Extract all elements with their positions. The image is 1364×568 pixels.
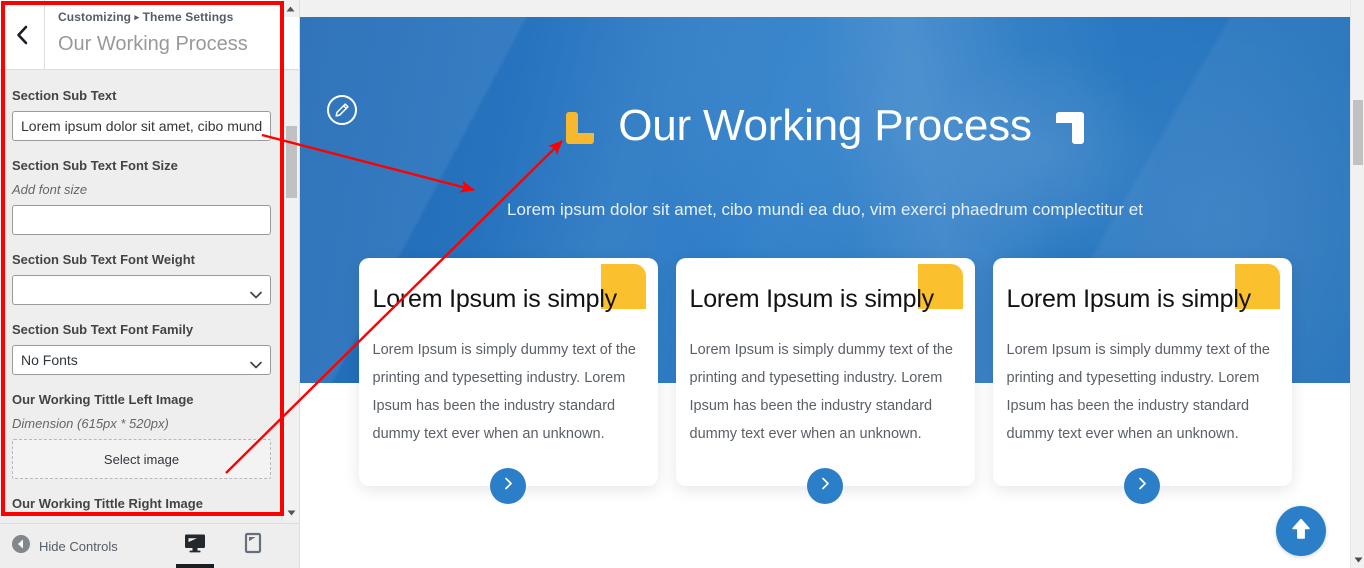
corner-bracket-right-icon (1054, 112, 1084, 144)
breadcrumb-prefix: Customizing (58, 10, 132, 24)
hero-bg-glow (930, 46, 1161, 259)
chevron-right-icon (504, 477, 513, 495)
customizer-controls: Section Sub Text Section Sub Text Font S… (0, 71, 283, 521)
select-image-label: Select image (103, 451, 180, 467)
card-title: Lorem Ipsum is simply (689, 285, 935, 313)
customizer-sidebar: Customizing ▸ Theme Settings Our Working… (0, 0, 300, 568)
select-value: No Fonts (21, 352, 78, 368)
preview-top-strip (300, 0, 1364, 17)
scrollbar-up-arrow[interactable] (282, 0, 299, 17)
control-label: Our Working Tittle Right Image (12, 496, 203, 511)
control-label: Our Working Tittle Left Image (12, 392, 194, 407)
device-tablet-button[interactable] (234, 523, 272, 568)
browser-scrollbar[interactable] (1350, 0, 1364, 568)
card-title: Lorem Ipsum is simply (1006, 285, 1252, 313)
site-preview: Our Working Process Lorem ipsum dolor si… (300, 0, 1364, 568)
control-label: Section Sub Text Font Size (12, 158, 178, 173)
chevron-down-icon (250, 356, 262, 369)
control-working-tittle-left-image: Our Working Tittle Left Image Dimension … (12, 391, 271, 479)
pencil-edit-icon[interactable] (327, 95, 357, 125)
control-section-sub-text-font-family: Section Sub Text Font Family No Fonts (12, 321, 271, 375)
chevron-down-icon (250, 286, 262, 299)
customizer-header: Customizing ▸ Theme Settings Our Working… (0, 0, 299, 70)
process-card: Lorem Ipsum is simply Lorem Ipsum is sim… (358, 258, 658, 504)
control-label: Section Sub Text Font Family (12, 322, 194, 337)
arrow-up-icon (1289, 516, 1313, 547)
control-description: Dimension (615px * 520px) (12, 416, 169, 431)
control-working-tittle-right-image: Our Working Tittle Right Image (12, 495, 271, 513)
control-description: Add font size (12, 182, 88, 197)
card-body: Lorem Ipsum is simply dummy text of the … (689, 342, 954, 442)
breadcrumb-separator-icon: ▸ (134, 12, 140, 22)
card-title: Lorem Ipsum is simply (372, 285, 618, 313)
chevron-right-icon (1138, 477, 1147, 495)
desktop-icon (184, 533, 206, 558)
customizer-header-text: Customizing ▸ Theme Settings Our Working… (45, 0, 299, 69)
process-card: Lorem Ipsum is simply Lorem Ipsum is sim… (992, 258, 1292, 504)
breadcrumb: Customizing ▸ Theme Settings (58, 9, 287, 26)
corner-bracket-left-icon (566, 112, 596, 144)
process-cards: Lorem Ipsum is simply Lorem Ipsum is sim… (300, 258, 1350, 504)
hero-title: Our Working Process (618, 101, 1032, 150)
control-section-sub-text-font-size: Section Sub Text Font Size Add font size (12, 157, 271, 235)
control-section-sub-text: Section Sub Text (12, 87, 271, 141)
scrollbar-thumb[interactable] (286, 126, 297, 198)
control-section-sub-text-font-weight: Section Sub Text Font Weight (12, 251, 271, 305)
card-body: Lorem Ipsum is simply dummy text of the … (372, 342, 637, 442)
breadcrumb-section: Theme Settings (142, 10, 234, 24)
section-sub-text-font-weight-select[interactable] (12, 275, 271, 305)
card-arrow-button[interactable] (807, 468, 843, 504)
chevron-left-icon (15, 25, 29, 45)
hide-controls-button[interactable]: Hide Controls (12, 534, 118, 558)
control-label: Section Sub Text Font Weight (12, 252, 195, 267)
collapse-left-icon (12, 534, 30, 558)
scrollbar-down-arrow[interactable] (283, 504, 299, 521)
scroll-to-top-button[interactable] (1276, 506, 1326, 556)
back-button[interactable] (0, 0, 45, 69)
card-body: Lorem Ipsum is simply dummy text of the … (1006, 342, 1271, 442)
section-sub-text-input[interactable] (12, 111, 271, 141)
panel-title: Our Working Process (58, 33, 248, 55)
device-preview-switcher (176, 523, 299, 568)
browser-scrollbar-down-arrow[interactable] (1351, 553, 1364, 567)
card-arrow-button[interactable] (1124, 468, 1160, 504)
customizer-footer: Hide Controls (0, 523, 299, 568)
device-desktop-button[interactable] (176, 523, 214, 568)
sidebar-scrollbar[interactable] (282, 0, 299, 521)
screen-root: Customizing ▸ Theme Settings Our Working… (0, 0, 1364, 568)
hero-subtitle: Lorem ipsum dolor sit amet, cibo mundi e… (507, 200, 1143, 219)
section-sub-text-font-size-input[interactable] (12, 205, 271, 235)
section-sub-text-font-family-select[interactable]: No Fonts (12, 345, 271, 375)
device-mobile-button[interactable] (292, 523, 299, 568)
chevron-right-icon (821, 477, 830, 495)
hide-controls-label: Hide Controls (39, 538, 118, 554)
tablet-icon (244, 532, 262, 559)
card-arrow-button[interactable] (490, 468, 526, 504)
hero-title-row: Our Working Process (300, 100, 1350, 152)
control-label: Section Sub Text (12, 88, 117, 103)
browser-scrollbar-thumb[interactable] (1353, 100, 1363, 165)
select-image-button[interactable]: Select image (12, 439, 271, 479)
process-card: Lorem Ipsum is simply Lorem Ipsum is sim… (675, 258, 975, 504)
